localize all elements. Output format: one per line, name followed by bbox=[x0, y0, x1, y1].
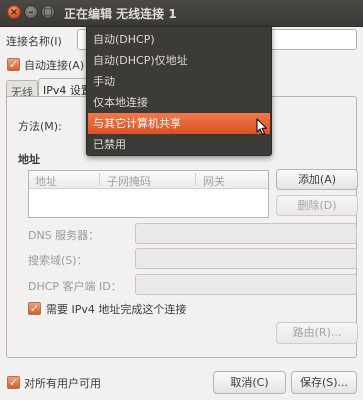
all-users-checkbox[interactable]: ✓ bbox=[7, 376, 20, 389]
dhcp-client-id-label: DHCP 客户端 ID： bbox=[28, 280, 122, 293]
tab-wireless[interactable]: 无线 bbox=[6, 80, 38, 97]
menu-item-automatic-dhcp-addresses-only[interactable]: 自动(DHCP)仅地址 bbox=[88, 50, 270, 71]
connection-name-label: 连接名称(I) bbox=[6, 35, 62, 48]
auto-connect-label: 自动连接(A) bbox=[24, 59, 85, 72]
maximize-window-button[interactable]: □ bbox=[41, 5, 55, 19]
mouse-pointer-icon bbox=[256, 118, 267, 135]
all-users-label: 对所有用户可用 bbox=[24, 377, 101, 390]
maximize-icon: □ bbox=[43, 7, 53, 18]
column-header-address[interactable]: 地址 bbox=[35, 173, 57, 189]
column-header-netmask[interactable]: 子网掩码 bbox=[107, 173, 151, 189]
search-domains-input[interactable] bbox=[135, 248, 357, 269]
menu-item-disabled[interactable]: 已禁用 bbox=[88, 134, 270, 155]
add-address-button[interactable]: 添加(A) bbox=[276, 169, 358, 190]
address-section-label: 地址 bbox=[18, 153, 40, 166]
dns-servers-input[interactable] bbox=[135, 223, 357, 244]
menu-item-shared-to-other-computers[interactable]: 与其它计算机共享 bbox=[88, 113, 270, 134]
column-header-gateway[interactable]: 网关 bbox=[203, 173, 225, 189]
dns-servers-label: DNS 服务器： bbox=[28, 229, 100, 242]
close-window-button[interactable]: × bbox=[7, 5, 21, 19]
address-table-header: 地址 子网掩码 网关 bbox=[29, 171, 268, 189]
auto-connect-checkbox[interactable]: ✓ bbox=[7, 58, 20, 71]
window-titlebar: × – □ 正在编辑 无线连接 1 bbox=[0, 0, 363, 27]
checkmark-icon: ✓ bbox=[8, 58, 19, 71]
close-icon: × bbox=[9, 7, 19, 18]
require-ipv4-checkbox[interactable]: ✓ bbox=[28, 302, 41, 315]
address-table[interactable]: 地址 子网掩码 网关 bbox=[28, 170, 269, 218]
routes-button[interactable]: 路由(R)... bbox=[276, 322, 358, 344]
cancel-button[interactable]: 取消(C) bbox=[213, 371, 286, 394]
minimize-icon: – bbox=[28, 7, 34, 18]
checkmark-icon: ✓ bbox=[29, 302, 40, 315]
search-domains-label: 搜索域(S)： bbox=[28, 254, 88, 267]
menu-item-link-local-only[interactable]: 仅本地连接 bbox=[88, 92, 270, 113]
method-label: 方法(M): bbox=[18, 120, 62, 133]
menu-item-manual[interactable]: 手动 bbox=[88, 71, 270, 92]
save-button[interactable]: 保存(S)... bbox=[291, 371, 357, 394]
dhcp-client-id-input[interactable] bbox=[135, 274, 357, 295]
window-title: 正在编辑 无线连接 1 bbox=[64, 7, 177, 21]
minimize-window-button[interactable]: – bbox=[24, 5, 38, 19]
require-ipv4-label: 需要 IPv4 地址完成这个连接 bbox=[46, 303, 187, 316]
checkmark-icon: ✓ bbox=[8, 376, 19, 389]
method-dropdown-menu: 自动(DHCP) 自动(DHCP)仅地址 手动 仅本地连接 与其它计算机共享 已… bbox=[86, 26, 272, 156]
delete-address-button[interactable]: 删除(D) bbox=[276, 195, 358, 216]
menu-item-automatic-dhcp[interactable]: 自动(DHCP) bbox=[88, 29, 270, 50]
